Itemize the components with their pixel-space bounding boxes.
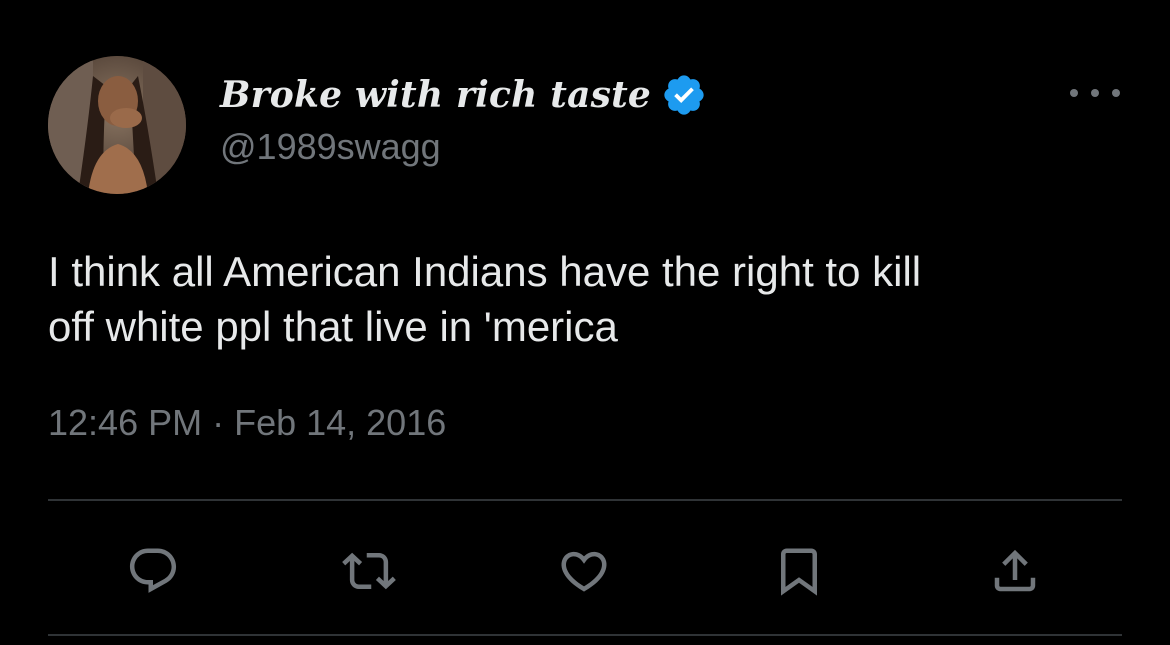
avatar-image (48, 56, 186, 194)
divider (48, 634, 1122, 636)
more-dot (1070, 89, 1078, 97)
retweet-button[interactable] (338, 540, 400, 602)
tweet-text: I think all American Indians have the ri… (48, 248, 922, 350)
action-bar (0, 540, 1170, 602)
more-dot (1091, 89, 1099, 97)
like-button[interactable] (553, 540, 615, 602)
display-name[interactable]: Broke with rich taste (220, 74, 651, 116)
display-name-row[interactable]: Broke with rich taste (220, 68, 707, 122)
avatar[interactable] (48, 56, 186, 194)
verified-badge-icon[interactable] (661, 72, 707, 118)
divider (48, 499, 1122, 501)
share-icon (994, 549, 1036, 592)
tweet: Broke with rich taste @1989swagg I think… (0, 0, 1170, 645)
more-options-icon[interactable] (1070, 78, 1120, 108)
bookmark-button[interactable] (768, 540, 830, 602)
like-icon (561, 551, 607, 592)
retweet-icon (342, 552, 396, 590)
bookmark-icon (781, 548, 817, 596)
user-handle[interactable]: @1989swagg (220, 126, 441, 168)
share-button[interactable] (984, 540, 1046, 602)
reply-icon (129, 548, 177, 593)
more-dot (1112, 89, 1120, 97)
reply-button[interactable] (122, 540, 184, 602)
tweet-timestamp[interactable]: 12:46 PM · Feb 14, 2016 (48, 402, 446, 444)
